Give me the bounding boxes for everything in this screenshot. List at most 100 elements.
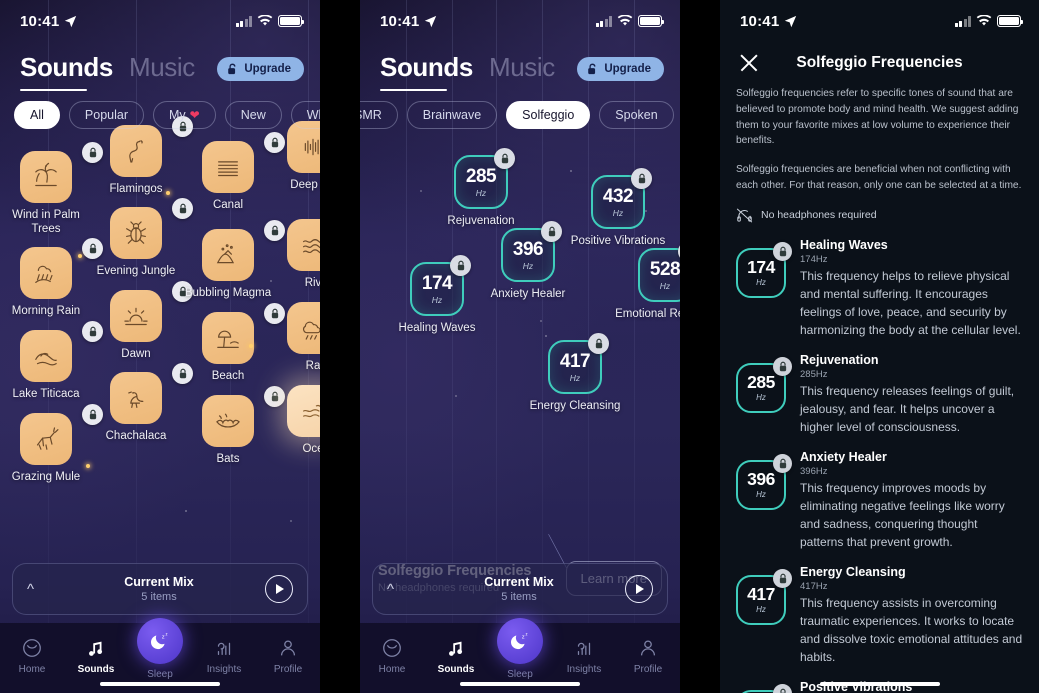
detail-body: Solfeggio frequencies refer to specific …	[720, 86, 1039, 693]
sound-tile-river[interactable]: Riv	[265, 219, 320, 291]
sound-tile-deep-noise[interactable]: Deep No	[265, 121, 320, 193]
tab-sounds[interactable]: Sounds	[380, 52, 473, 93]
header-tabs: Sounds Music Upgrade	[360, 42, 680, 93]
lock-open-icon	[588, 63, 596, 74]
frequency-detail-text: Healing Waves 174Hz This frequency helps…	[800, 238, 1023, 339]
status-time: 10:41	[740, 12, 780, 30]
tab-label: Insights	[206, 664, 242, 675]
tab-music[interactable]: Music	[489, 52, 555, 93]
cellular-signal-icon	[235, 15, 252, 27]
sleep-bubble[interactable]: zz	[497, 618, 543, 664]
frequency-detail-row[interactable]: 285 Hz Rejuvenation 285Hz This frequency…	[736, 353, 1023, 436]
tab-home[interactable]: Home	[0, 637, 64, 675]
tab-profile[interactable]: Profile	[256, 637, 320, 675]
frequency-unit: Hz	[756, 393, 766, 403]
sound-label: Bubbling Magma	[184, 287, 272, 299]
tab-sounds[interactable]: Sounds	[20, 52, 113, 93]
rain-cloud-icon	[303, 321, 320, 340]
frequency-name: Rejuvenation	[800, 352, 879, 367]
battery-icon	[278, 15, 305, 27]
frequency-detail-row[interactable]: 174 Hz Healing Waves 174Hz This frequenc…	[736, 238, 1023, 339]
sound-tile-grazing-mule[interactable]: Grazing Mule	[0, 404, 103, 485]
tab-music[interactable]: Music	[129, 52, 195, 93]
mini-player-subtitle: 5 items	[141, 591, 177, 603]
chip-brainwave[interactable]: Brainwave	[406, 101, 498, 129]
tab-home[interactable]: Home	[360, 637, 424, 675]
lock-badge	[773, 453, 792, 473]
sound-tile-canal[interactable]: Canal	[180, 132, 285, 213]
lock-badge	[773, 683, 792, 693]
ocean-icon	[303, 404, 320, 418]
chip-all[interactable]: All	[14, 101, 60, 129]
frequency-hz-label: 396Hz	[800, 465, 828, 477]
sound-tile-lake-titicaca[interactable]: Lake Titicaca	[0, 321, 103, 402]
tab-sounds[interactable]: Sounds	[64, 637, 128, 675]
mini-player[interactable]: ^ Current Mix 5 items	[372, 563, 668, 615]
sound-tile-art	[110, 372, 162, 424]
upgrade-button[interactable]: Upgrade	[577, 56, 664, 81]
tab-sounds[interactable]: Sounds	[424, 637, 488, 675]
frequency-node-rejuvenation[interactable]: 285 Hz Rejuvenation	[426, 148, 536, 227]
tab-insights[interactable]: Insights	[192, 637, 256, 675]
mini-player-info: Current Mix 5 items	[413, 575, 625, 603]
sound-tile-flamingos[interactable]: Flamingos	[88, 116, 193, 197]
chip-popular[interactable]: Popular	[68, 101, 144, 129]
tab-sleep[interactable]: zz Sleep	[488, 618, 552, 680]
sound-tile-beach[interactable]: Beach	[180, 303, 285, 384]
sound-tile-dawn[interactable]: Dawn	[88, 281, 193, 362]
play-button[interactable]	[625, 575, 653, 603]
sound-label: Canal	[212, 199, 244, 211]
mini-player-info: Current Mix 5 items	[53, 575, 265, 603]
lock-icon	[548, 226, 555, 237]
chip-solfeggio[interactable]: Solfeggio	[506, 101, 591, 129]
chip-spoken[interactable]: Spoken	[599, 101, 674, 129]
location-arrow-icon	[785, 15, 797, 27]
sound-tile-evening-jungle[interactable]: Evening Jungle	[88, 198, 193, 279]
frequency-detail-text: Rejuvenation 285Hz This frequency releas…	[800, 353, 1023, 436]
category-chip-row[interactable]: SMR Brainwave Solfeggio Spoken Sci-Fi	[360, 93, 680, 129]
sound-tile-wind-in-palm-trees[interactable]: Wind in Palm Trees	[0, 142, 103, 237]
chevron-up-icon[interactable]: ^	[387, 581, 413, 598]
home-icon	[23, 639, 41, 657]
frequency-unit: Hz	[659, 280, 671, 291]
frequency-node-healing-waves[interactable]: 174 Hz Healing Waves	[382, 255, 492, 334]
chip-my-favorites[interactable]: My ❤	[153, 101, 216, 129]
tab-insights[interactable]: Insights	[552, 637, 616, 675]
frequency-unit: Hz	[756, 278, 766, 288]
mini-player[interactable]: ^ Current Mix 5 items	[12, 563, 308, 615]
status-bar: 10:41	[360, 0, 680, 42]
sound-tile-bats[interactable]: Bats	[180, 386, 285, 467]
moon-zzz-icon: zz	[511, 632, 528, 650]
waveform-icon	[304, 138, 319, 156]
screen-sounds-all: 10:41 Sounds Music Upgrade All Popular M…	[0, 0, 320, 693]
sound-tile-chachalaca[interactable]: Chachalaca	[88, 363, 193, 444]
sound-tile-rain[interactable]: Ra	[265, 302, 320, 374]
status-indicators	[954, 15, 1024, 27]
chip-label: New	[240, 108, 266, 122]
tab-profile[interactable]: Profile	[616, 637, 680, 675]
chevron-up-icon[interactable]: ^	[27, 581, 53, 598]
frequency-description: This frequency releases feelings of guil…	[800, 383, 1015, 434]
sound-tile-bubbling-magma[interactable]: Bubbling Magma	[180, 220, 285, 301]
frequency-node-emotional-release[interactable]: 528 Hz Emotional Release.	[610, 241, 680, 320]
tab-sleep[interactable]: zz Sleep	[128, 618, 192, 680]
upgrade-button[interactable]: Upgrade	[217, 56, 304, 81]
beetle-icon	[126, 221, 146, 244]
svg-text:z: z	[162, 634, 165, 640]
frequency-node-energy-cleansing[interactable]: 417 Hz Energy Cleansing	[520, 333, 630, 412]
sound-label: Chachalaca	[105, 430, 167, 442]
spark-dot	[249, 344, 253, 348]
sound-tile-ocean[interactable]: Oce	[265, 385, 320, 457]
sleep-bubble[interactable]: zz	[137, 618, 183, 664]
frequency-description: This frequency assists in overcoming tra…	[800, 595, 1023, 664]
chip-new[interactable]: New	[224, 101, 282, 129]
category-chip-row[interactable]: All Popular My❤ New White Noise	[0, 93, 320, 129]
frequency-detail-row[interactable]: 396 Hz Anxiety Healer 396Hz This frequen…	[736, 450, 1023, 551]
frequency-detail-row[interactable]: 417 Hz Energy Cleansing 417Hz This frequ…	[736, 565, 1023, 666]
chip-asmr[interactable]: SMR	[360, 101, 398, 129]
no-headphones-note: No headphones required	[736, 207, 1023, 224]
lock-open-icon	[228, 63, 236, 74]
close-icon[interactable]	[738, 52, 760, 74]
play-button[interactable]	[265, 575, 293, 603]
chip-white-noise[interactable]: White Noise	[290, 101, 320, 129]
